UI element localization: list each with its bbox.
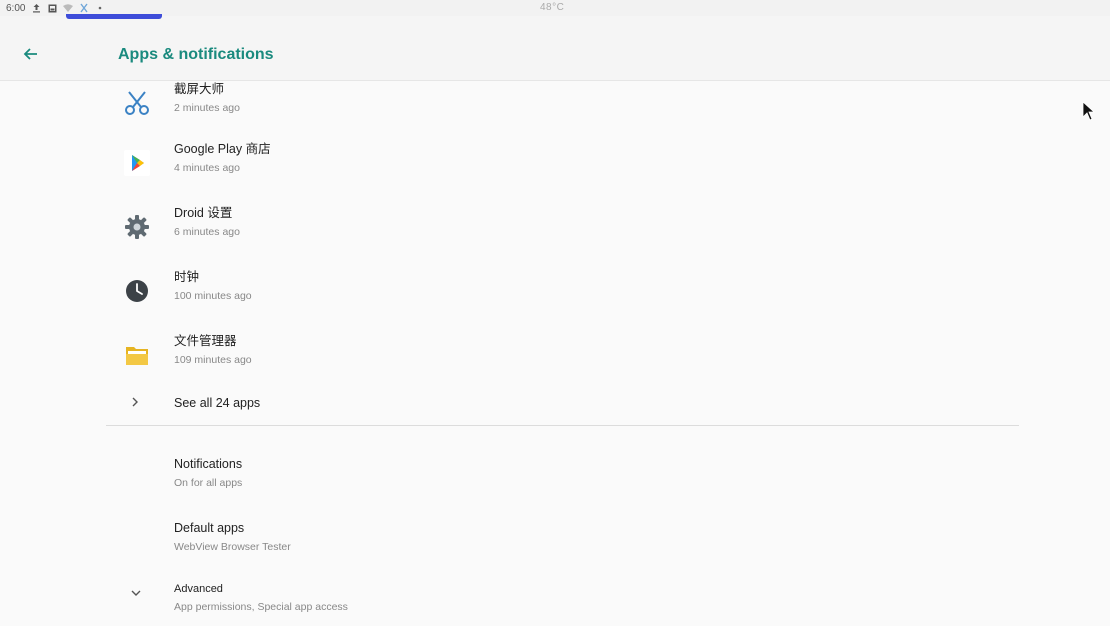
notifications-setting[interactable]: Notifications On for all apps: [118, 450, 1018, 500]
mouse-cursor-icon: [1082, 101, 1096, 121]
setting-subtitle: On for all apps: [174, 477, 243, 489]
app-time: 2 minutes ago: [174, 102, 240, 114]
settings-gear-icon: [122, 212, 152, 242]
app-name: 文件管理器: [174, 334, 237, 348]
app-time: 6 minutes ago: [174, 226, 240, 238]
app-name: Droid 设置: [174, 206, 233, 220]
recent-app-row[interactable]: 时钟 100 minutes ago: [118, 263, 1018, 323]
dot-icon: [95, 3, 105, 13]
app-text: Droid 设置 6 minutes ago: [174, 205, 240, 239]
see-all-apps-button[interactable]: See all 24 apps: [118, 389, 1018, 419]
status-left: 6:00: [0, 3, 105, 14]
screen: 6:00 48°C Apps & notifications 截屏大师 2 mi…: [0, 0, 1110, 626]
wifi-icon: [63, 3, 74, 13]
recent-app-row[interactable]: 文件管理器 109 minutes ago: [118, 327, 1018, 387]
status-bar: 6:00 48°C: [0, 0, 1110, 16]
overlay-tab-fragment: [66, 14, 162, 19]
advanced-setting[interactable]: Advanced App permissions, Special app ac…: [118, 577, 1018, 626]
setting-subtitle: App permissions, Special app access: [174, 601, 348, 613]
scissors-icon: [79, 3, 89, 13]
app-time: 109 minutes ago: [174, 354, 252, 366]
app-text: 截屏大师 2 minutes ago: [174, 81, 240, 115]
app-name: Google Play 商店: [174, 142, 271, 156]
recent-app-row[interactable]: Droid 设置 6 minutes ago: [118, 199, 1018, 259]
app-name: 截屏大师: [174, 82, 225, 96]
app-text: 时钟 100 minutes ago: [174, 269, 252, 303]
back-arrow-icon: [23, 48, 37, 60]
recent-app-row[interactable]: Google Play 商店 4 minutes ago: [118, 135, 1018, 195]
upload-icon: [31, 3, 41, 13]
setting-text: Default apps WebView Browser Tester: [174, 520, 291, 554]
scissors-icon: [122, 88, 152, 118]
back-button[interactable]: [18, 42, 42, 66]
default-apps-setting[interactable]: Default apps WebView Browser Tester: [118, 514, 1018, 564]
setting-title: Default apps: [174, 521, 245, 535]
folder-icon: [122, 340, 152, 370]
clock-icon: [122, 276, 152, 306]
photo-icon: [47, 3, 57, 13]
setting-subtitle: WebView Browser Tester: [174, 541, 291, 553]
app-time: 4 minutes ago: [174, 162, 240, 174]
status-time: 6:00: [6, 2, 26, 14]
app-time: 100 minutes ago: [174, 290, 252, 302]
content: 截屏大师 2 minutes ago Google Play 商店 4 minu…: [0, 81, 1110, 626]
setting-title: Notifications: [174, 457, 243, 471]
chevron-right-icon: [130, 395, 140, 412]
page-title: Apps & notifications: [118, 46, 274, 63]
recent-app-row[interactable]: 截屏大师 2 minutes ago: [118, 75, 1018, 135]
app-bar: Apps & notifications: [0, 14, 1110, 81]
app-name: 时钟: [174, 270, 200, 284]
app-text: 文件管理器 109 minutes ago: [174, 333, 252, 367]
play-store-icon: [122, 148, 152, 178]
chevron-down-icon: [130, 587, 142, 601]
setting-title: Advanced: [174, 583, 223, 595]
setting-text: Advanced App permissions, Special app ac…: [174, 581, 348, 614]
temperature-readout: 48°C: [540, 2, 565, 13]
section-divider: [106, 425, 1019, 426]
setting-text: Notifications On for all apps: [174, 456, 242, 490]
see-all-label: See all 24 apps: [174, 396, 261, 410]
app-text: Google Play 商店 4 minutes ago: [174, 141, 271, 175]
